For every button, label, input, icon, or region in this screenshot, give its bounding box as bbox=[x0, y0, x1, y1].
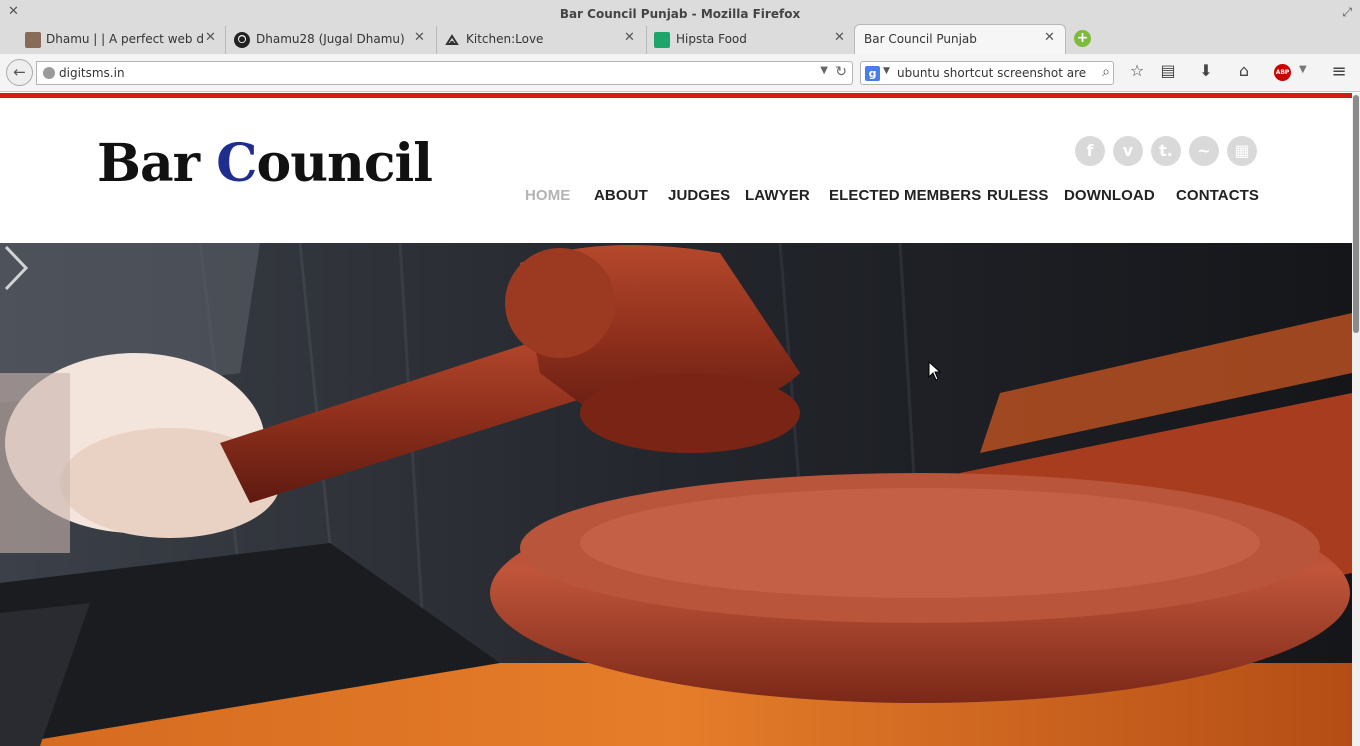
page-scrollbar[interactable] bbox=[1352, 93, 1360, 746]
mouse-cursor-icon bbox=[928, 361, 942, 381]
tumblr-icon[interactable]: t. bbox=[1151, 136, 1181, 166]
top-accent-rule bbox=[0, 93, 1352, 98]
scrollbar-thumb[interactable] bbox=[1353, 95, 1359, 333]
navigation-toolbar: ← ▼ ↻ g ▼ ⌕ bbox=[0, 54, 1360, 92]
home-icon[interactable]: ⌂ bbox=[1233, 61, 1255, 80]
adblock-plus-icon[interactable]: ABP bbox=[1274, 64, 1291, 81]
tab-hipsta-food[interactable]: Hipsta Food ✕ bbox=[647, 26, 857, 54]
tab-kitchen-love[interactable]: Kitchen:Love ✕ bbox=[437, 26, 647, 54]
nav-lawyer[interactable]: LAWYER bbox=[745, 187, 810, 204]
tab-bar-council-punjab[interactable]: Bar Council Punjab ✕ bbox=[854, 24, 1066, 55]
hipsta-icon bbox=[654, 32, 670, 48]
main-navigation: HOME ABOUT JUDGES LAWYER ELECTED MEMBERS… bbox=[0, 187, 1352, 207]
search-bar[interactable]: g ▼ ⌕ bbox=[860, 61, 1114, 85]
gavel-image bbox=[0, 243, 1352, 746]
nav-contacts[interactable]: CONTACTS bbox=[1176, 187, 1259, 204]
kitchen-icon bbox=[445, 34, 459, 45]
vimeo-icon[interactable]: v bbox=[1113, 136, 1143, 166]
nav-judges[interactable]: JUDGES bbox=[668, 187, 730, 204]
window-maximize-icon[interactable]: ⤢ bbox=[1342, 5, 1352, 20]
adblock-dropdown-icon[interactable]: ▼ bbox=[1299, 64, 1307, 75]
reload-icon[interactable]: ↻ bbox=[835, 64, 847, 80]
facebook-icon[interactable]: f bbox=[1075, 136, 1105, 166]
nav-ruless[interactable]: RULESS bbox=[987, 187, 1048, 204]
close-tab-icon[interactable]: ✕ bbox=[205, 30, 216, 45]
site-identity-icon[interactable] bbox=[43, 67, 55, 79]
search-input[interactable] bbox=[897, 66, 1087, 80]
slider-next-arrow-icon[interactable] bbox=[0, 243, 30, 293]
tab-label: Dhamu | | A perfect web d… bbox=[46, 32, 204, 46]
downloads-icon[interactable]: ⬇ bbox=[1195, 61, 1217, 80]
search-engine-dropdown-icon[interactable]: ▼ bbox=[883, 66, 890, 76]
hero-slider[interactable] bbox=[0, 243, 1352, 746]
back-icon[interactable]: ← bbox=[6, 59, 33, 86]
close-tab-icon[interactable]: ✕ bbox=[414, 30, 425, 45]
window-titlebar: ✕ Bar Council Punjab - Mozilla Firefox ⤢ bbox=[0, 0, 1360, 27]
site-logo[interactable]: Bar Council bbox=[97, 133, 433, 194]
close-tab-icon[interactable]: ✕ bbox=[624, 30, 635, 45]
google-search-engine-icon[interactable]: g bbox=[865, 66, 880, 81]
nav-about[interactable]: ABOUT bbox=[594, 187, 648, 204]
new-tab-icon[interactable]: + bbox=[1074, 30, 1091, 47]
logo-letter-c: C bbox=[216, 133, 257, 194]
search-icon[interactable]: ⌕ bbox=[1102, 64, 1110, 80]
github-icon bbox=[234, 32, 250, 48]
tab-label: Dhamu28 (Jugal Dhamu) bbox=[256, 32, 405, 46]
tab-label: Hipsta Food bbox=[676, 32, 747, 46]
tab-github[interactable]: Dhamu28 (Jugal Dhamu) ✕ bbox=[227, 26, 437, 54]
window-title: Bar Council Punjab - Mozilla Firefox bbox=[559, 7, 801, 21]
tab-strip: Dhamu | | A perfect web d… ✕ Dhamu28 (Ju… bbox=[0, 24, 1360, 55]
url-bar[interactable]: ▼ ↻ bbox=[36, 61, 853, 85]
close-tab-icon[interactable]: ✕ bbox=[1044, 30, 1055, 45]
nav-elected-members[interactable]: ELECTED MEMBERS bbox=[829, 187, 981, 204]
logo-text: Bar bbox=[97, 133, 217, 194]
nav-home[interactable]: HOME bbox=[525, 187, 570, 204]
url-input[interactable] bbox=[59, 66, 759, 80]
menu-icon[interactable]: ≡ bbox=[1328, 61, 1350, 82]
twitter-icon[interactable]: ~ bbox=[1189, 136, 1219, 166]
reading-list-icon[interactable]: ▤ bbox=[1157, 61, 1179, 80]
delicious-icon[interactable]: ▦ bbox=[1227, 136, 1257, 166]
logo-text-rest: ouncil bbox=[256, 133, 433, 194]
url-history-dropdown-icon[interactable]: ▼ bbox=[820, 65, 828, 76]
page-viewport: Bar Council f v t. ~ ▦ HOME ABOUT JUDGES… bbox=[0, 93, 1352, 746]
close-tab-icon[interactable]: ✕ bbox=[834, 30, 845, 45]
avatar-icon bbox=[25, 32, 41, 48]
bookmark-star-icon[interactable]: ☆ bbox=[1126, 61, 1148, 80]
tab-label: Kitchen:Love bbox=[466, 32, 544, 46]
tab-label: Bar Council Punjab bbox=[864, 32, 977, 46]
nav-download[interactable]: DOWNLOAD bbox=[1064, 187, 1155, 204]
tab-dhamu[interactable]: Dhamu | | A perfect web d… ✕ bbox=[18, 26, 226, 54]
